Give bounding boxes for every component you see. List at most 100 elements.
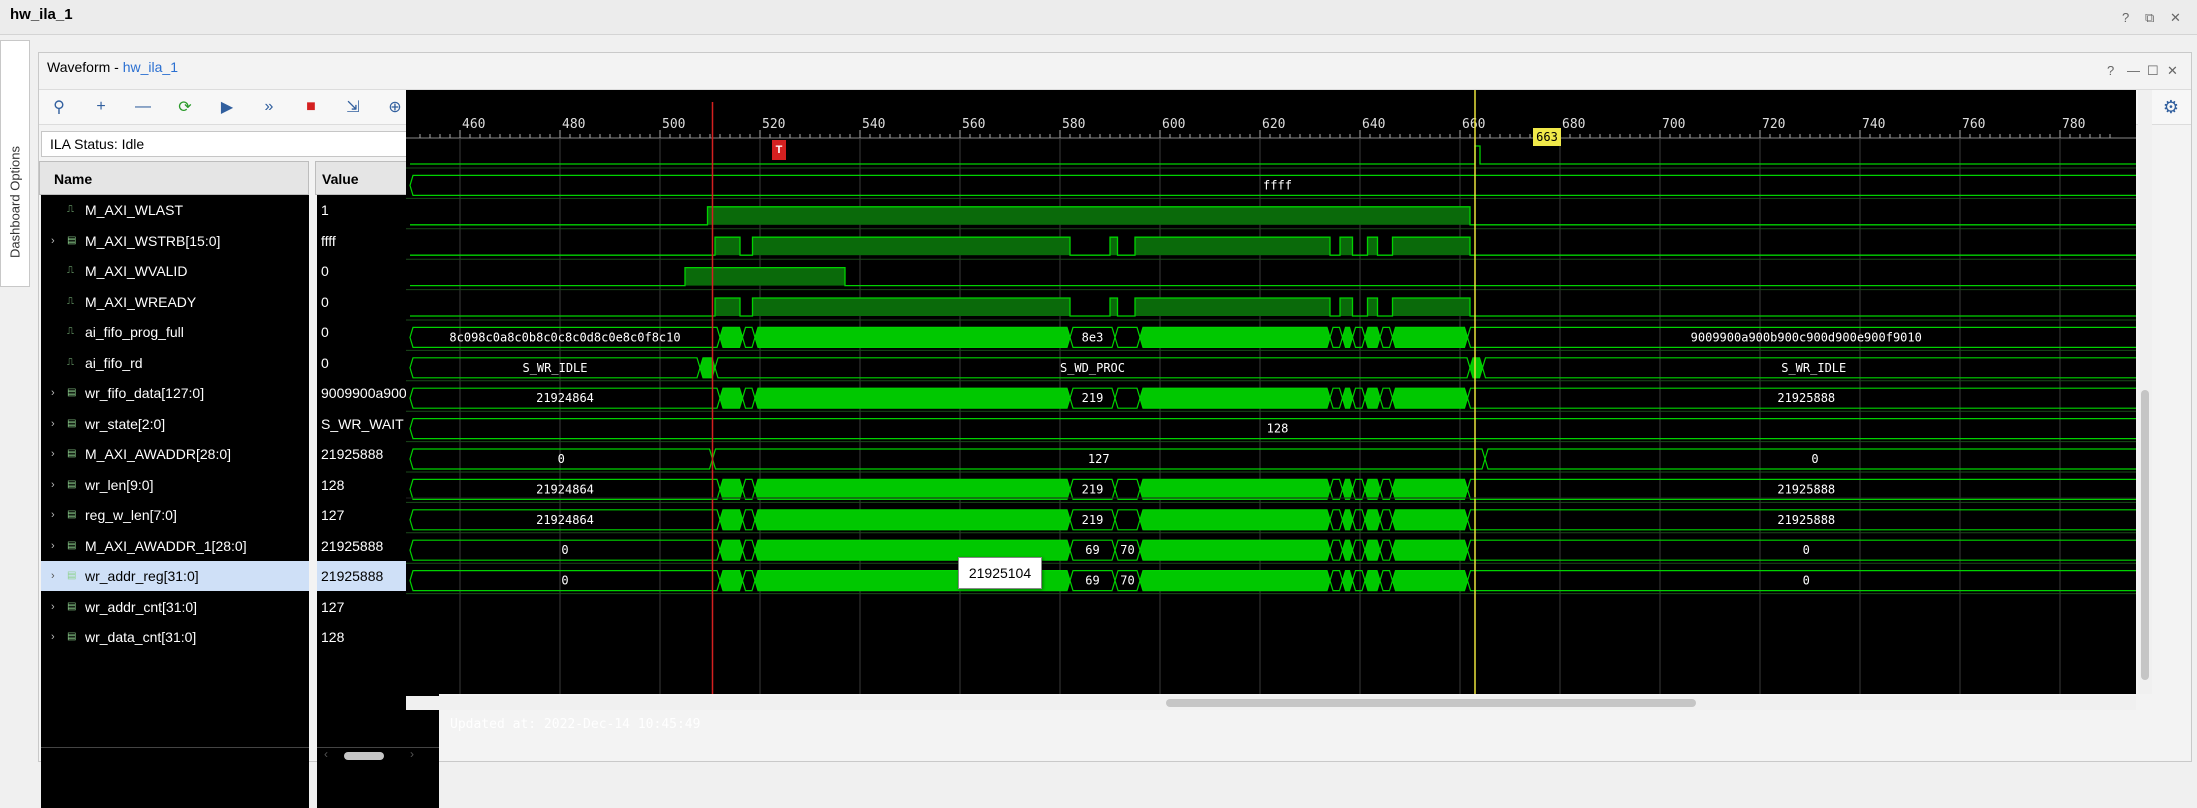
name-hscroll-thumb[interactable] xyxy=(344,752,384,760)
signal-row[interactable]: ⎍ ai_fifo_prog_full xyxy=(41,317,309,347)
expand-chevron-icon[interactable]: › xyxy=(51,409,55,439)
title-separator: - xyxy=(110,59,123,75)
bus-segment xyxy=(1114,509,1141,531)
signal-row[interactable]: ⎍ ai_fifo_rd xyxy=(41,348,309,378)
signal-name: wr_fifo_data[127:0] xyxy=(85,385,205,401)
trigger-marker[interactable]: T xyxy=(772,140,786,160)
bus-value-label: 70 xyxy=(1120,543,1134,557)
plus-icon[interactable]: + xyxy=(89,95,113,119)
bus-value-label: 8c098c0a8c0b8c0c8c0d8c0e8c0f8c10 xyxy=(449,330,680,344)
ruler-tick-label: 780 xyxy=(2062,117,2085,132)
bus-segment xyxy=(1379,539,1394,561)
hscroll-thumb[interactable] xyxy=(1166,699,1696,707)
bus-value-label: S_WD_PROC xyxy=(1060,361,1125,375)
expand-chevron-icon[interactable]: › xyxy=(51,439,55,469)
bus-value-label: 127 xyxy=(1088,452,1110,466)
bus-segment xyxy=(719,539,744,561)
signal-name: M_AXI_AWADDR_1[28:0] xyxy=(85,537,247,554)
ila-status-field: ILA Status: Idle xyxy=(41,131,439,157)
bus-value-label: 0 xyxy=(561,543,568,557)
wire-high-fill xyxy=(707,206,1470,225)
expand-chevron-icon[interactable]: › xyxy=(51,561,55,591)
name-hscrollbar[interactable]: ‹ › xyxy=(324,747,419,762)
bus-segment xyxy=(1114,387,1141,409)
signal-row[interactable]: › ▤ M_AXI_WSTRB[15:0] xyxy=(41,226,309,256)
bus-value-label: 69 xyxy=(1085,543,1099,557)
expand-chevron-icon[interactable]: › xyxy=(51,592,55,622)
bus-segment xyxy=(1341,478,1354,500)
panel-subtitle-link[interactable]: hw_ila_1 xyxy=(123,59,178,75)
waveform-vscrollbar[interactable] xyxy=(2138,90,2152,694)
panel-close-icon[interactable]: ✕ xyxy=(2167,63,2178,79)
bus-segment xyxy=(1329,478,1344,500)
expand-chevron-icon[interactable]: › xyxy=(51,531,55,561)
minimize-icon[interactable]: — xyxy=(2127,63,2140,78)
dashboard-options-tab[interactable]: Dashboard Options xyxy=(0,40,30,287)
bus-segment xyxy=(1379,387,1394,409)
bus-segment xyxy=(754,387,1071,409)
refresh-icon[interactable]: ⟳ xyxy=(173,95,197,119)
signal-row[interactable]: › ▤ M_AXI_AWADDR[28:0] xyxy=(41,439,309,469)
bus-segment xyxy=(1139,387,1331,409)
signal-row[interactable]: ⎍ M_AXI_WREADY xyxy=(41,287,309,317)
bus-value-label: 69 xyxy=(1085,574,1099,588)
ila-status-value: Idle xyxy=(121,136,145,152)
wire-signal-icon: ⎍ xyxy=(67,265,74,276)
bus-segment xyxy=(1329,570,1344,592)
ruler-tick-label: 720 xyxy=(1762,117,1785,132)
run-icon[interactable]: ▶ xyxy=(215,95,239,119)
zoom-in-icon[interactable]: ⊕ xyxy=(383,95,407,119)
expand-chevron-icon[interactable]: › xyxy=(51,500,55,530)
bus-segment xyxy=(719,509,744,531)
help-icon[interactable]: ? xyxy=(2122,10,2129,25)
signal-row[interactable]: › ▤ wr_addr_cnt[31:0] xyxy=(41,592,309,622)
wire-high-fill xyxy=(1135,237,1330,256)
wire-high-fill xyxy=(1135,298,1330,316)
app-title: hw_ila_1 xyxy=(10,6,73,23)
signal-row[interactable]: › ▤ M_AXI_AWADDR_1[28:0] xyxy=(41,531,309,561)
run-all-icon[interactable]: » xyxy=(257,95,281,119)
bus-signal-icon: ▤ xyxy=(67,234,77,246)
vscroll-thumb[interactable] xyxy=(2141,390,2149,680)
bus-segment xyxy=(1379,326,1394,348)
bus-value-label: 0 xyxy=(1803,543,1810,557)
updated-timestamp: Updated at: 2022-Dec-14 10:45:49 xyxy=(450,717,701,732)
signal-name: ai_fifo_prog_full xyxy=(85,324,184,340)
close-icon[interactable]: ✕ xyxy=(2170,10,2181,26)
search-icon[interactable]: ⚲ xyxy=(47,95,71,119)
signal-row[interactable]: ⎍ M_AXI_WVALID xyxy=(41,256,309,286)
signal-row[interactable]: › ▤ wr_data_cnt[31:0] xyxy=(41,622,309,652)
expand-chevron-icon[interactable]: › xyxy=(51,622,55,652)
bus-segment xyxy=(754,509,1071,531)
expand-chevron-icon[interactable]: › xyxy=(51,378,55,408)
minus-icon[interactable]: — xyxy=(131,95,155,119)
signal-row[interactable]: › ▤ wr_fifo_data[127:0] xyxy=(41,378,309,408)
bus-segment xyxy=(719,387,744,409)
cursor-marker-label[interactable]: 663 xyxy=(1533,128,1561,146)
signal-row[interactable]: › ▤ wr_state[2:0] xyxy=(41,409,309,439)
expand-chevron-icon[interactable]: › xyxy=(51,226,55,256)
bus-value-label: 128 xyxy=(1267,422,1289,436)
panel-title: Waveform - hw_ila_1 xyxy=(47,59,178,75)
restore-icon[interactable]: ⧉ xyxy=(2145,10,2154,26)
signal-row[interactable]: ⎍ M_AXI_WLAST xyxy=(41,195,309,225)
bus-value-label: 219 xyxy=(1082,513,1104,527)
signal-row[interactable]: › ▤ wr_addr_reg[31:0] xyxy=(41,561,309,591)
panel-title-text: Waveform xyxy=(47,59,111,75)
wire-high-fill xyxy=(752,298,1070,316)
waveform-hscrollbar[interactable] xyxy=(406,696,2136,710)
signal-row[interactable]: › ▤ reg_w_len[7:0] xyxy=(41,500,309,530)
bus-segment xyxy=(1391,478,1469,500)
signal-row[interactable]: › ▤ wr_len[9:0] xyxy=(41,470,309,500)
bus-value-label: 21924864 xyxy=(536,482,594,496)
bus-signal-icon: ▤ xyxy=(67,448,77,459)
settings-icon[interactable]: ⚙ xyxy=(2159,95,2183,119)
maximize-icon[interactable]: ☐ xyxy=(2147,63,2159,79)
expand-chevron-icon[interactable]: › xyxy=(51,470,55,500)
ruler-tick-label: 660 xyxy=(1462,117,1485,132)
name-column-header[interactable]: Name xyxy=(39,161,309,195)
panel-help-icon[interactable]: ? xyxy=(2107,63,2114,78)
export-icon[interactable]: ⇲ xyxy=(341,95,365,119)
stop-icon[interactable]: ■ xyxy=(299,95,323,119)
bus-segment xyxy=(1351,509,1366,531)
